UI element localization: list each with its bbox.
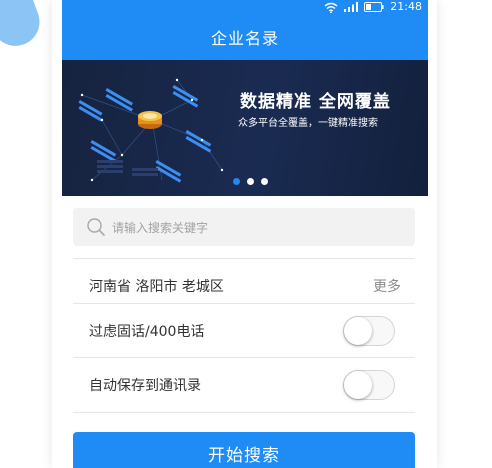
status-bar: 21:48 [324,0,422,14]
app-header: 21:48 企业名录 [62,0,428,60]
search-icon [87,218,105,236]
signal-icon [344,2,359,12]
carousel-dot-3[interactable] [261,178,268,185]
search-placeholder: 请输入搜索关键字 [112,220,209,235]
page-title: 企业名录 [210,29,279,48]
start-search-button[interactable]: 开始搜索 [73,432,415,468]
auto-save-row: 自动保存到通讯录 [73,357,415,413]
carousel-indicator [233,178,268,185]
carousel-dot-2[interactable] [247,178,254,185]
carousel-dot-1[interactable] [233,178,240,185]
region-label: 河南省 洛阳市 老城区 [89,279,224,295]
more-link[interactable]: 更多 [373,276,401,296]
decorative-blob [0,0,47,53]
toggle-knob [344,371,372,399]
toggle-knob [344,317,372,345]
filter-landline-toggle[interactable] [343,316,395,346]
filter-landline-label: 过虑固话/400电话 [89,324,205,340]
search-input[interactable]: 请输入搜索关键字 [73,208,415,246]
network-illustration [78,78,224,183]
auto-save-label: 自动保存到通讯录 [89,378,201,394]
wifi-icon [324,2,338,13]
filter-landline-row: 过虑固话/400电话 [73,303,415,358]
battery-icon [364,2,384,12]
auto-save-toggle[interactable] [343,370,395,400]
promo-banner[interactable]: 数据精准 全网覆盖 众多平台全覆盖，一键精准搜索 [62,60,428,196]
banner-headline: 数据精准 全网覆盖 [240,92,391,112]
status-time: 21:48 [390,0,422,13]
app-screen: 21:48 企业名录 数据精准 全网覆盖 众多平台全覆盖，一键精准搜索 请输入搜… [52,0,437,468]
banner-subline: 众多平台全覆盖，一键精准搜索 [238,118,378,129]
